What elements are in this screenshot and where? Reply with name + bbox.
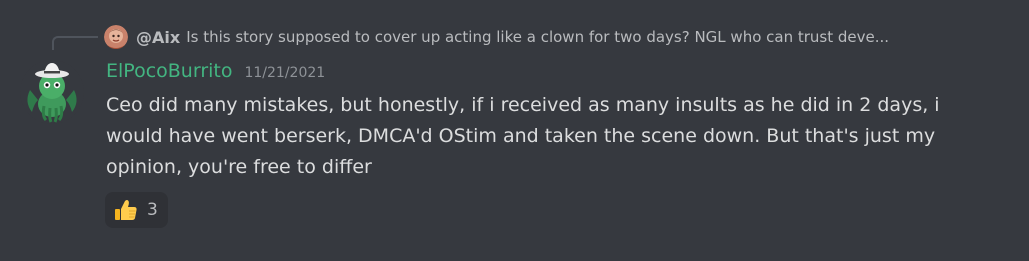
reaction-button[interactable]: 3: [105, 192, 168, 228]
message-content: Ceo did many mistakes, but honestly, if …: [106, 94, 940, 178]
chat-message: @Aix Is this story supposed to cover up …: [0, 0, 1029, 261]
reply-preview[interactable]: @Aix Is this story supposed to cover up …: [104, 24, 1004, 50]
reply-connector-line: [52, 36, 98, 50]
thumbs-up-icon: [115, 200, 137, 220]
reaction-count: 3: [147, 200, 158, 220]
author-avatar[interactable]: [20, 60, 84, 124]
message-timestamp: 11/21/2021: [244, 65, 326, 81]
message-header: ElPocoBurrito 11/21/2021: [106, 60, 325, 88]
reply-author-name[interactable]: @Aix: [136, 28, 180, 47]
reply-author-avatar[interactable]: [104, 25, 128, 49]
reply-text[interactable]: Is this story supposed to cover up actin…: [186, 28, 1004, 46]
author-username[interactable]: ElPocoBurrito: [106, 60, 232, 82]
